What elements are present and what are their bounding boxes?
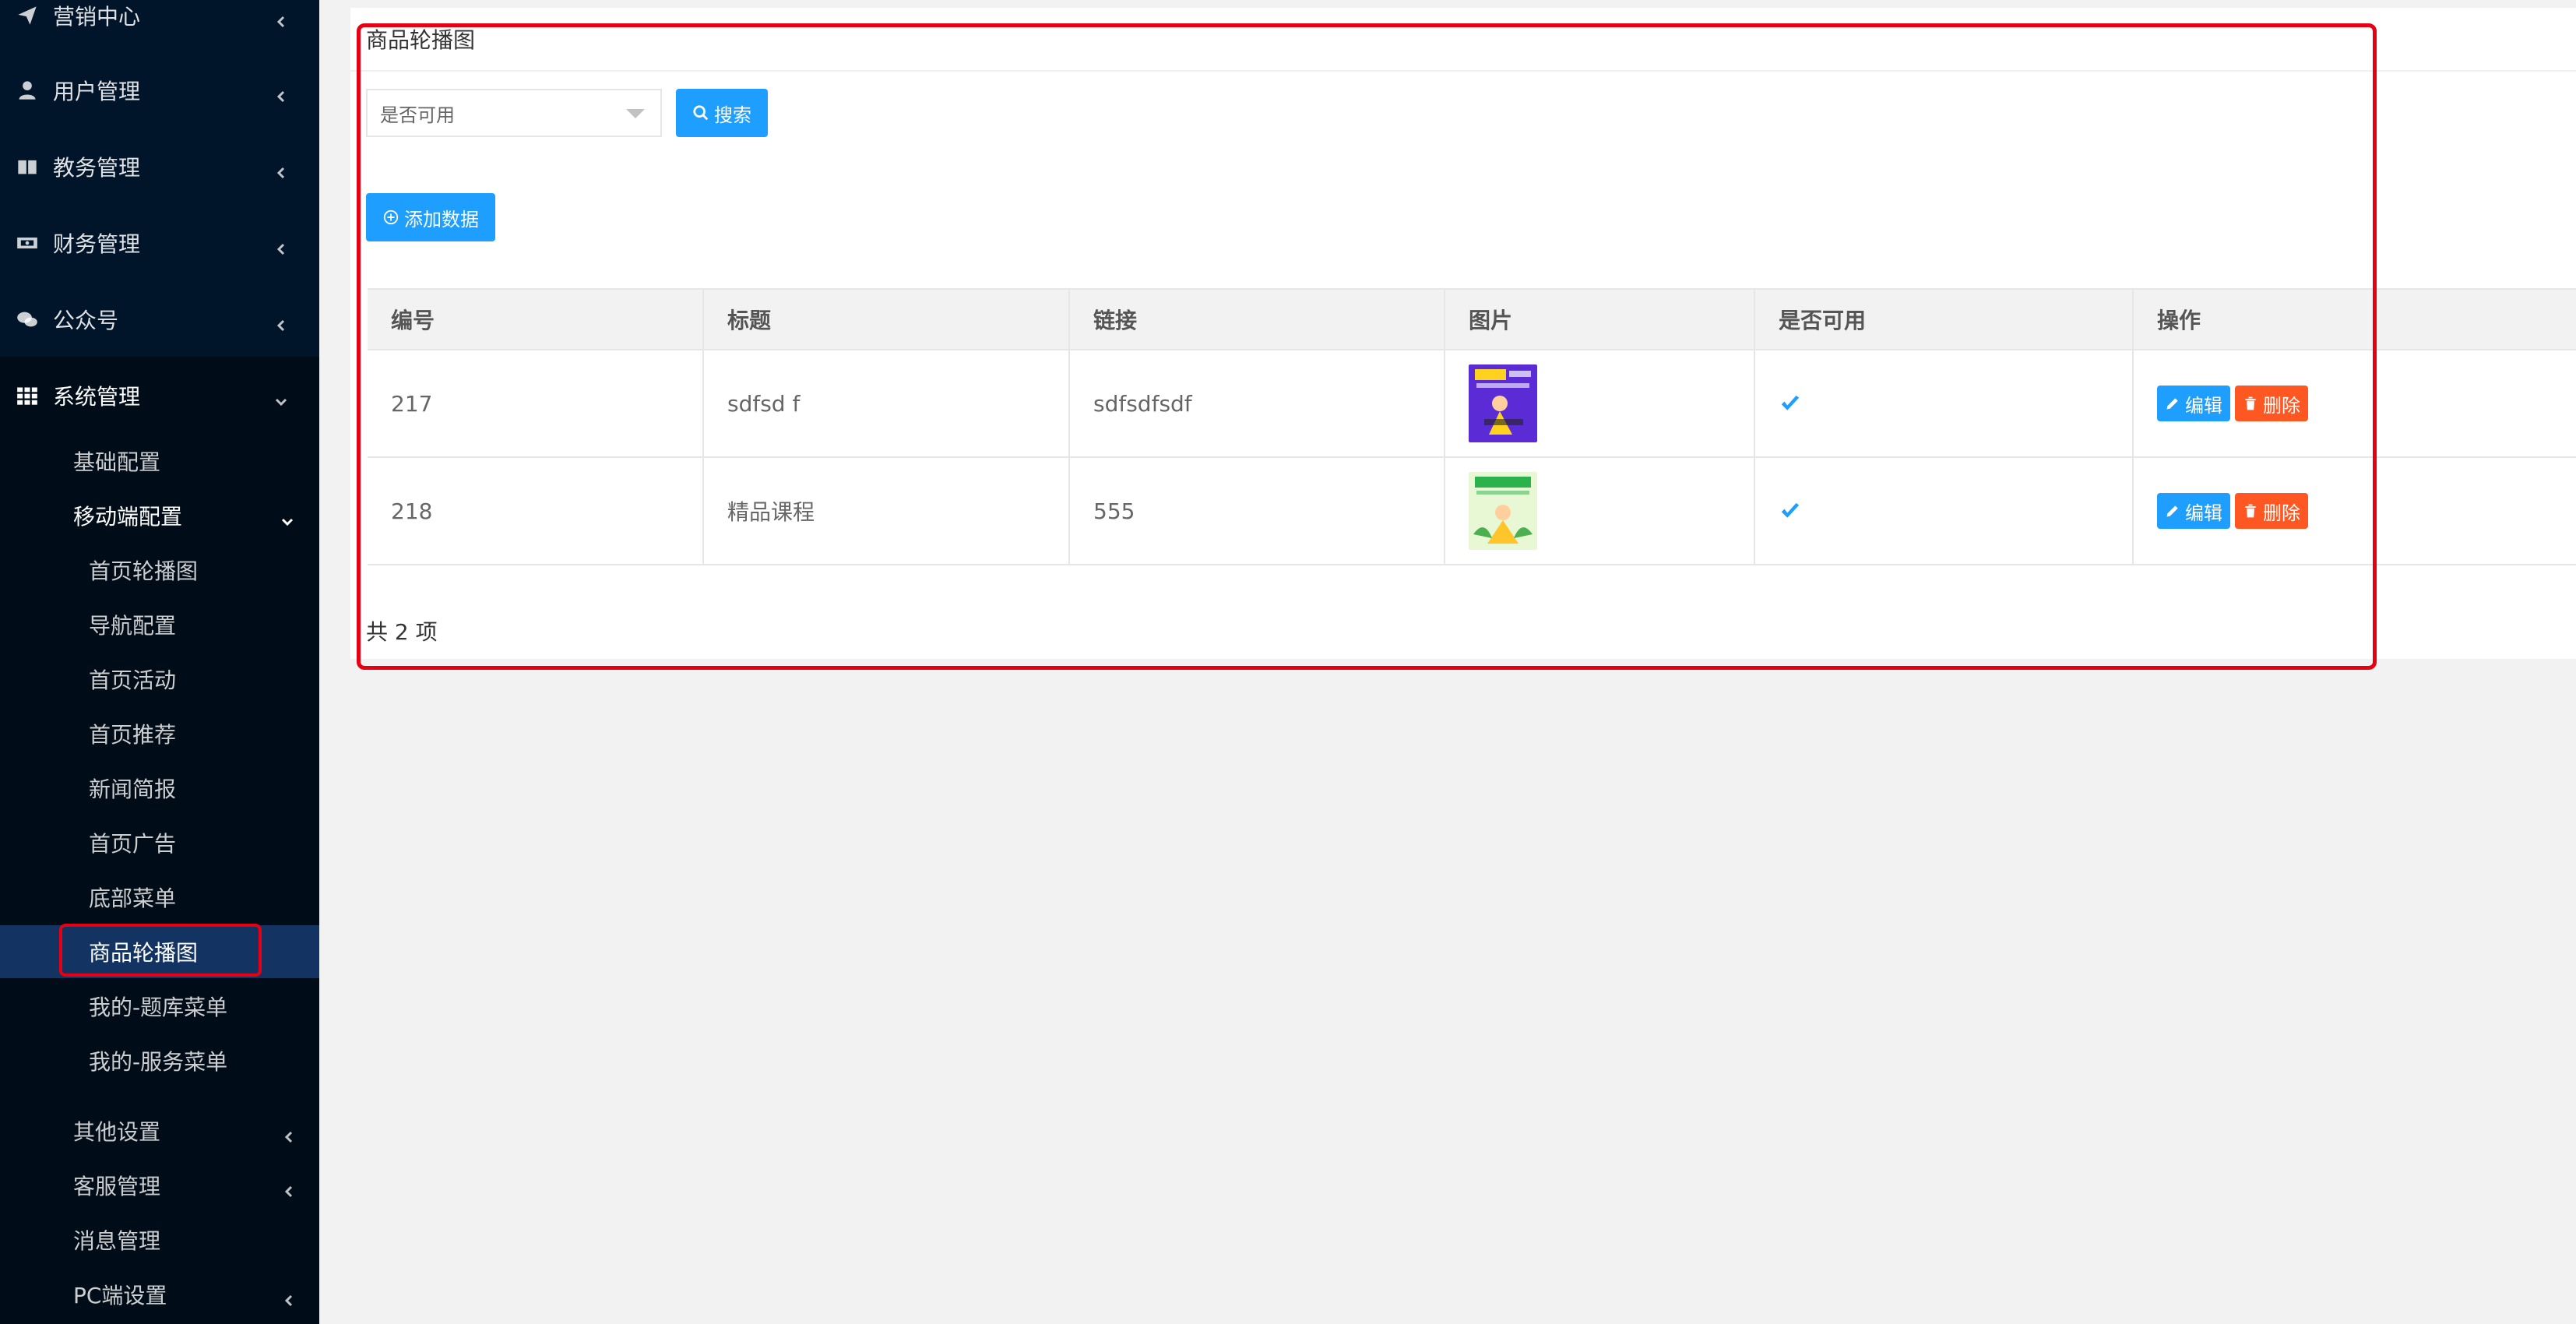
sidebar-item-home-activity[interactable]: 首页活动 [0, 653, 319, 706]
sidebar-item-label: 用户管理 [53, 79, 141, 104]
sidebar-item-home-banner[interactable]: 首页轮播图 [0, 544, 319, 597]
chevron-left-icon [274, 83, 288, 103]
chevron-left-icon [282, 1287, 296, 1307]
sidebar-item-label: 消息管理 [73, 1228, 161, 1254]
sidebar-item-label: 首页广告 [89, 831, 177, 857]
sidebar-item-users[interactable]: 用户管理 [0, 59, 319, 121]
chevron-left-icon [282, 1124, 296, 1143]
chevron-left-icon [282, 1178, 296, 1198]
sidebar-item-bottom-menu[interactable]: 底部菜单 [0, 871, 319, 924]
sidebar-item-basic-config[interactable]: 基础配置 [0, 435, 319, 488]
sidebar-item-label: 首页推荐 [89, 722, 177, 748]
sidebar-item-messages[interactable]: 消息管理 [0, 1213, 319, 1266]
sidebar-item-label: 基础配置 [73, 449, 161, 475]
sidebar-item-academic[interactable]: 教务管理 [0, 136, 319, 198]
sidebar-item-label: 教务管理 [53, 155, 141, 181]
sidebar-item-label: 新闻简报 [89, 776, 177, 802]
chevron-down-icon [280, 509, 294, 526]
sidebar-item-label: 我的-服务菜单 [89, 1049, 228, 1075]
chevron-left-icon [274, 160, 288, 179]
sidebar-item-label: PC端设置 [73, 1283, 167, 1308]
sidebar-item-my-service-menu[interactable]: 我的-服务菜单 [0, 1034, 319, 1087]
sidebar-item-other-settings[interactable]: 其他设置 [0, 1104, 319, 1157]
sidebar-item-label: 移动端配置 [73, 504, 183, 530]
sidebar-item-home-ads[interactable]: 首页广告 [0, 816, 319, 869]
sidebar-item-label: 系统管理 [53, 384, 141, 410]
book-icon [16, 155, 39, 178]
sidebar-item-pc-settings[interactable]: PC端设置 [0, 1268, 319, 1321]
sidebar-item-label: 营销中心 [53, 4, 141, 30]
sidebar-item-customer-service[interactable]: 客服管理 [0, 1159, 319, 1212]
content-annotation-box [357, 23, 2377, 670]
sidebar-item-label: 其他设置 [73, 1119, 161, 1145]
sidebar-item-news[interactable]: 新闻简报 [0, 762, 319, 815]
chevron-left-icon [274, 9, 288, 28]
sidebar-item-marketing[interactable]: 营销中心 [0, 0, 319, 47]
sidebar-item-label: 首页轮播图 [89, 558, 199, 584]
sidebar-item-label: 财务管理 [53, 231, 141, 257]
chevron-left-icon [274, 236, 288, 255]
sidebar-item-my-question-menu[interactable]: 我的-题库菜单 [0, 980, 319, 1033]
sidebar: 营销中心 用户管理 教务管理 财务管理 公众号 系统管理 基础配置 移动端配置 … [0, 0, 319, 1324]
sidebar-item-nav-config[interactable]: 导航配置 [0, 598, 319, 651]
sidebar-item-label: 导航配置 [89, 613, 177, 639]
money-icon [16, 231, 39, 255]
sidebar-item-label: 客服管理 [73, 1174, 161, 1199]
sidebar-item-label: 首页活动 [89, 667, 177, 693]
sidebar-item-mobile-config[interactable]: 移动端配置 [0, 489, 319, 542]
user-icon [16, 79, 39, 102]
sidebar-item-home-recommend[interactable]: 首页推荐 [0, 707, 319, 760]
sidebar-item-label: 底部菜单 [89, 886, 177, 911]
sidebar-item-label: 我的-题库菜单 [89, 995, 228, 1020]
paper-plane-icon [16, 4, 39, 27]
sidebar-item-finance[interactable]: 财务管理 [0, 212, 319, 274]
grid-icon [16, 384, 39, 407]
sidebar-item-system[interactable]: 系统管理 [0, 364, 319, 427]
wechat-icon [16, 308, 39, 331]
sidebar-item-wechat[interactable]: 公众号 [0, 288, 319, 350]
chevron-left-icon [274, 312, 288, 332]
chevron-down-icon [274, 389, 288, 407]
sidebar-annotation-box [59, 924, 262, 977]
sidebar-item-label: 公众号 [53, 308, 119, 333]
